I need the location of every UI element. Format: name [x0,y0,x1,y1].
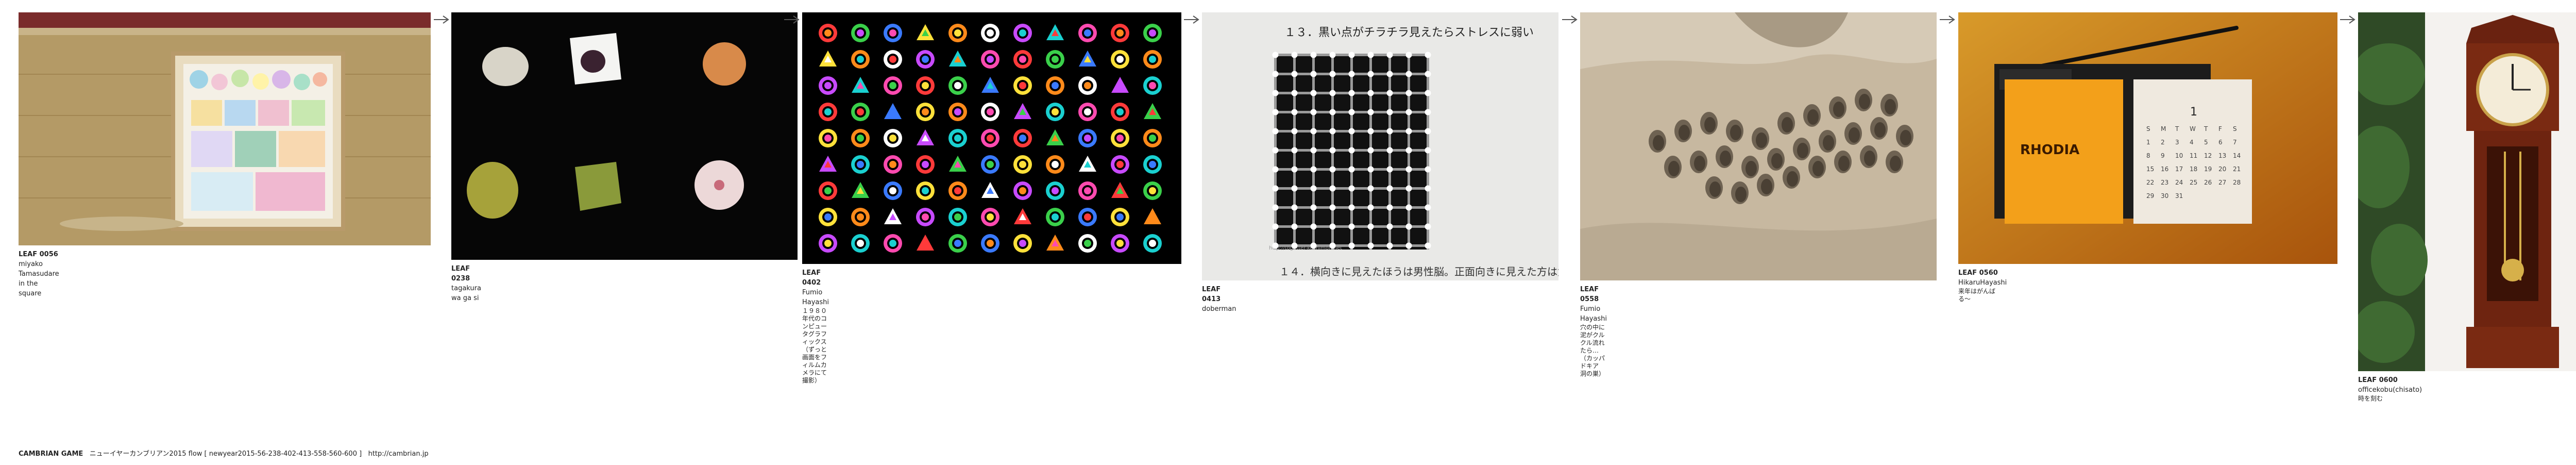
page-footer: CAMBRIAN GAME ニューイヤーカンブリアン2015 flow [ ne… [19,448,429,458]
leaf-0558-photo[interactable] [1580,12,1937,280]
svg-text:3: 3 [2175,139,2179,146]
leaf-0413-caption: LEAF 0413 doberman [1202,285,1236,314]
leaf-title: wa ga si [451,294,479,302]
leaf-author: Fumio Hayashi [802,289,829,306]
svg-text:21: 21 [2233,165,2241,173]
svg-text:T: T [2175,125,2179,132]
leaf-title: 来年はがんばる〜 [1958,288,1996,303]
svg-text:19: 19 [2204,165,2212,173]
leaf-id[interactable]: LEAF 0056 [19,250,59,259]
svg-text:14: 14 [2233,152,2241,159]
leaf-author: miyako Tamasudare [19,260,59,278]
svg-text:17: 17 [2175,165,2183,173]
svg-text:2: 2 [2161,139,2165,146]
grid-footer: １４．横向きに見えたほうは男性脳。正面向きに見えた方は女性 [1279,265,1558,278]
svg-text:31: 31 [2175,192,2183,200]
leaf-author: doberman [1202,305,1236,313]
svg-text:26: 26 [2204,179,2212,186]
svg-text:S: S [2233,125,2237,132]
svg-text:24: 24 [2175,179,2183,186]
svg-text:4: 4 [2190,139,2194,146]
leaf-id[interactable]: LEAF 0413 [1202,285,1236,304]
leaf-author: officekobu(chisato) [2358,386,2422,394]
grid-illusion-image: １３．黒い点がチラチラ見えたらストレスに弱い http://togetter-k… [1202,12,1558,280]
leaf-author: HikaruHayashi [1958,279,2007,287]
svg-text:27: 27 [2218,179,2226,186]
flow-arrow-icon [1940,15,1955,24]
svg-text:9: 9 [2161,152,2165,159]
leaf-id[interactable]: LEAF 0558 [1580,285,1607,304]
leaf-author: Fumio Hayashi [1580,305,1607,323]
flow-arrow-icon [2340,15,2355,24]
svg-text:30: 30 [2161,192,2168,200]
leaf-0600-caption: LEAF 0600 officekobu(chisato) 時を刻む [2358,375,2422,403]
flow-arrow-icon [1562,15,1578,24]
svg-text:5: 5 [2204,139,2208,146]
leaf-0238-photo[interactable] [451,12,798,260]
svg-text:8: 8 [2146,152,2150,159]
svg-text:18: 18 [2190,165,2197,173]
leaf-0600-photo[interactable] [2358,12,2576,371]
cave-rock-image [1580,12,1937,280]
leaf-0558-caption: LEAF 0558 Fumio Hayashi 穴の中に泥がクルクル流れたら… … [1580,285,1607,378]
leaf-0413-photo[interactable]: １３．黒い点がチラチラ見えたらストレスに弱い http://togetter-k… [1202,12,1558,280]
svg-text:S: S [2146,125,2150,132]
leaf-id[interactable]: LEAF 0560 [1958,268,2007,278]
svg-text:22: 22 [2146,179,2154,186]
notepad-image: RHODIA 1 S M T W T F S1 2 3 4 5 6 78 9 10 11 12 13 1415 16 1… [1958,12,2337,264]
svg-text:6: 6 [2218,139,2223,146]
svg-text:29: 29 [2146,192,2154,200]
svg-text:10: 10 [2175,152,2183,159]
svg-text:F: F [2218,125,2222,132]
footer-url-link[interactable]: http://cambrian.jp [368,450,429,458]
svg-text:1: 1 [2146,139,2150,146]
leaf-0560-caption: LEAF 0560 HikaruHayashi 来年はがんばる〜 [1958,268,2007,303]
leaf-0402-photo[interactable] [802,12,1181,264]
svg-text:11: 11 [2190,152,2197,159]
svg-text:28: 28 [2233,179,2241,186]
svg-text:7: 7 [2233,139,2237,146]
clock-image [2358,12,2576,371]
wagashi-image [451,12,798,260]
svg-text:16: 16 [2161,165,2168,173]
leaf-title: in the square [19,280,42,297]
footer-title: ニューイヤーカンブリアン2015 flow [ newyear2015-56-2… [89,450,362,458]
leaf-id[interactable]: LEAF 0402 [802,268,829,288]
calendar-month: 1 [2190,106,2197,119]
leaf-author: tagakura [451,285,481,292]
svg-text:23: 23 [2161,179,2168,186]
leaf-desc: （ずっと画面をフィルムカメラにて撮影） [802,346,827,384]
leaf-0560-photo[interactable]: RHODIA 1 S M T W T F S 1 2 3 4 5 6 7 8 9 10 11 12 13 14 15 16 1… [1958,12,2337,264]
svg-text:W: W [2190,125,2196,132]
leaf-title: 穴の中に泥がクルクル流れたら… [1580,324,1605,354]
leaf-desc: （カッパドキア 洞の巣） [1580,355,1605,377]
leaf-0402-caption: LEAF 0402 Fumio Hayashi １９８０年代のコンピュータグラフ… [802,268,829,385]
flow-arrow-icon [1184,15,1199,24]
leaf-title: 時を刻む [2358,395,2383,402]
leaf-0238-caption: LEAF 0238 tagakura wa ga si [451,264,481,303]
svg-text:M: M [2161,125,2166,132]
sweets-box-image [19,12,431,245]
svg-text:20: 20 [2218,165,2226,173]
footer-brand: CAMBRIAN GAME [19,450,83,458]
leaf-id[interactable]: LEAF 0600 [2358,375,2422,385]
cg-shapes-image [802,12,1181,264]
leaf-0056-caption: LEAF 0056 miyako Tamasudare in the squar… [19,250,59,298]
flow-arrow-icon [784,15,800,24]
svg-text:13: 13 [2218,152,2226,159]
svg-text:25: 25 [2190,179,2197,186]
leaf-id[interactable]: LEAF 0238 [451,264,481,284]
grid-heading: １３．黒い点がチラチラ見えたらストレスに弱い [1284,26,1534,39]
notepad-brand: RHODIA [2020,142,2079,158]
leaf-0056-photo[interactable] [19,12,431,245]
svg-text:12: 12 [2204,152,2212,159]
flow-arrow-icon [434,15,449,24]
leaf-title: １９８０年代のコンピュータグラフィックス [802,307,827,345]
svg-text:15: 15 [2146,165,2154,173]
svg-text:T: T [2204,125,2208,132]
